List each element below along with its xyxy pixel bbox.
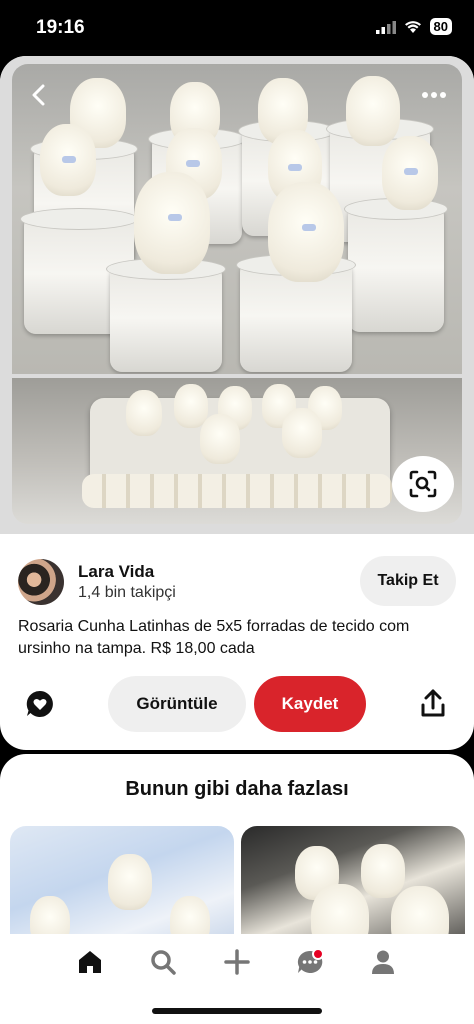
plus-icon	[224, 949, 250, 975]
teddy-bear-image	[134, 172, 210, 274]
share-button[interactable]	[418, 688, 448, 720]
follow-button[interactable]: Takip Et	[360, 556, 456, 606]
more-options-button[interactable]	[414, 78, 454, 112]
teddy-bear-image	[361, 844, 405, 898]
tab-messages[interactable]	[290, 944, 330, 980]
save-button[interactable]: Kaydet	[254, 676, 366, 732]
chevron-left-icon	[32, 84, 45, 106]
home-indicator	[152, 1008, 322, 1014]
pin-actions: Görüntüle Kaydet	[0, 676, 474, 734]
status-icons: 80	[375, 18, 452, 35]
visual-search-icon	[409, 470, 437, 498]
bow-image	[186, 160, 200, 167]
visual-search-button[interactable]	[392, 456, 454, 512]
author-row: Lara Vida 1,4 bin takipçi Takip Et	[0, 556, 474, 612]
bow-image	[302, 224, 316, 231]
teddy-bear-image	[268, 182, 344, 282]
signal-icon	[375, 20, 396, 34]
battery-indicator: 80	[429, 18, 452, 35]
bow-image	[62, 156, 76, 163]
tab-profile[interactable]	[363, 944, 403, 980]
more-horizontal-icon	[422, 92, 446, 98]
teddy-bear-image	[346, 76, 400, 146]
profile-icon	[372, 950, 394, 974]
bottom-tab-bar	[0, 934, 474, 1024]
tab-create[interactable]	[217, 944, 257, 980]
bow-image	[168, 214, 182, 221]
pin-description: Rosaria Cunha Latinhas de 5x5 forradas d…	[18, 618, 410, 657]
status-time: 19:16	[36, 17, 85, 38]
author-name[interactable]: Lara Vida	[78, 562, 154, 582]
pin-photo-lower	[12, 378, 462, 524]
teddy-bear-image	[108, 854, 152, 910]
tin-image	[344, 198, 448, 332]
teddy-bear-image	[282, 408, 322, 458]
follower-count: 1,4 bin takipçi	[78, 584, 176, 601]
tab-search[interactable]	[143, 944, 183, 980]
back-button[interactable]	[22, 78, 56, 112]
teddy-bear-image	[126, 390, 162, 436]
share-icon	[421, 689, 445, 717]
tab-home[interactable]	[70, 944, 110, 980]
pin-image[interactable]	[0, 56, 474, 534]
pin-photo-upper	[12, 64, 462, 374]
pin-card: Lara Vida 1,4 bin takipçi Takip Et Rosar…	[0, 56, 474, 750]
status-bar: 19:16 80	[0, 0, 474, 56]
comment-heart-icon	[26, 690, 53, 717]
wifi-icon	[404, 20, 421, 33]
teddy-bear-image	[200, 414, 240, 464]
view-button[interactable]: Görüntüle	[108, 676, 246, 732]
search-icon	[151, 950, 176, 975]
home-icon	[79, 951, 101, 973]
teddy-bear-image	[174, 384, 208, 428]
notification-badge	[312, 948, 324, 960]
tray-bears-row	[82, 474, 392, 508]
bow-image	[404, 168, 418, 175]
tin-image	[106, 258, 226, 372]
section-title: Bunun gibi daha fazlası	[125, 778, 349, 800]
bow-image	[288, 164, 302, 171]
avatar[interactable]	[18, 559, 64, 605]
comment-button[interactable]	[24, 688, 56, 720]
